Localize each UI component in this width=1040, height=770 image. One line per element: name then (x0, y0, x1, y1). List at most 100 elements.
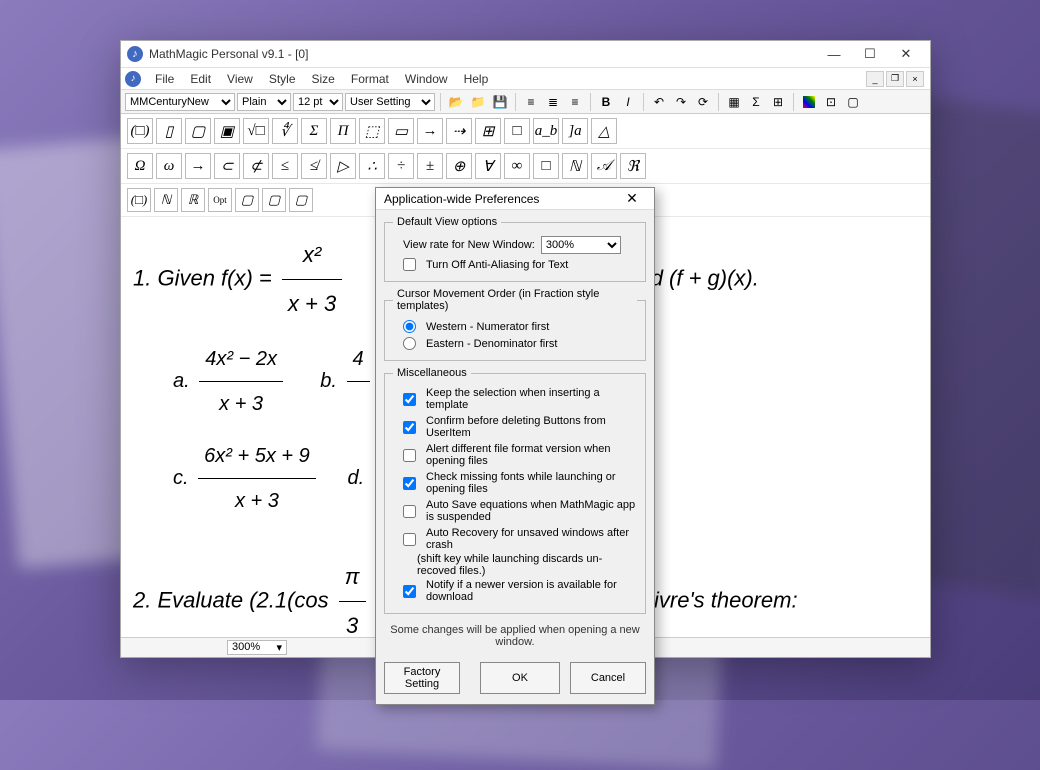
keep-selection-checkbox[interactable] (403, 393, 416, 406)
pal-therefore[interactable]: ∴ (359, 153, 385, 179)
menu-help[interactable]: Help (456, 69, 497, 89)
pal-sub[interactable]: a_b (533, 118, 559, 144)
pal-sum[interactable]: Σ (301, 118, 327, 144)
pal-script[interactable]: 𝒜 (591, 153, 617, 179)
pal-arr2[interactable]: ⇢ (446, 118, 472, 144)
eastern-radio[interactable] (403, 337, 416, 350)
pal3-b1[interactable]: ▢ (235, 188, 259, 212)
menu-size[interactable]: Size (304, 69, 343, 89)
cursor-movement-group: Cursor Movement Order (in Fraction style… (384, 288, 646, 361)
italic-icon[interactable]: I (618, 92, 638, 112)
pal-omega[interactable]: ω (156, 153, 182, 179)
minimize-button[interactable]: — (816, 41, 852, 68)
pal3-b2[interactable]: ▢ (262, 188, 286, 212)
align-left-icon[interactable]: ≡ (521, 92, 541, 112)
eq1-tail: nd (f + g)(x). (638, 266, 758, 291)
antialias-checkbox[interactable] (403, 258, 416, 271)
menu-style[interactable]: Style (261, 69, 304, 89)
grid-icon[interactable]: ⊞ (768, 92, 788, 112)
pal-inf[interactable]: ∞ (504, 153, 530, 179)
preferences-dialog: Application-wide Preferences ✕ Default V… (375, 187, 655, 705)
menu-format[interactable]: Format (343, 69, 397, 89)
pal-nsubset[interactable]: ⊄ (243, 153, 269, 179)
autorecovery-checkbox[interactable] (403, 533, 416, 546)
titlebar: ♪ MathMagic Personal v9.1 - [0] — ☐ ✕ (121, 41, 930, 68)
cancel-button[interactable]: Cancel (570, 662, 646, 694)
pal-plus[interactable]: ⊞ (475, 118, 501, 144)
pal-sqrt[interactable]: √□ (243, 118, 269, 144)
pal-paren[interactable]: (□) (127, 118, 153, 144)
pal-slot[interactable]: ▯ (156, 118, 182, 144)
open2-icon[interactable]: 📁 (468, 92, 488, 112)
autosave-checkbox[interactable] (403, 505, 416, 518)
show-grid-icon[interactable]: ⊡ (821, 92, 841, 112)
menubar: ♪ File Edit View Style Size Format Windo… (121, 68, 930, 90)
user-setting-select[interactable]: User Setting (345, 93, 435, 111)
pal-tri2[interactable]: ▷ (330, 153, 356, 179)
align-right-icon[interactable]: ≡ (565, 92, 585, 112)
mdi-restore-button[interactable]: ❐ (886, 71, 904, 87)
mdi-close-button[interactable]: × (906, 71, 924, 87)
matrix-icon[interactable]: ▦ (724, 92, 744, 112)
menu-edit[interactable]: Edit (182, 69, 219, 89)
confirm-delete-checkbox[interactable] (403, 421, 416, 434)
dialog-titlebar: Application-wide Preferences ✕ (376, 188, 654, 210)
alert-format-checkbox[interactable] (403, 449, 416, 462)
pal-nleq[interactable]: ≰ (301, 153, 327, 179)
show-box-icon[interactable]: ▢ (843, 92, 863, 112)
pal-pm[interactable]: ± (417, 153, 443, 179)
redo-icon[interactable]: ↷ (671, 92, 691, 112)
pal-b6[interactable]: ▭ (388, 118, 414, 144)
pal-box2[interactable]: ▣ (214, 118, 240, 144)
menu-view[interactable]: View (219, 69, 261, 89)
mdi-minimize-button[interactable]: _ (866, 71, 884, 87)
bold-icon[interactable]: B (596, 92, 616, 112)
size-select[interactable]: 12 pt (293, 93, 343, 111)
viewrate-select[interactable]: 300% (541, 236, 621, 254)
menu-file[interactable]: File (147, 69, 182, 89)
pal-prod[interactable]: Π (330, 118, 356, 144)
sigma-icon[interactable]: Σ (746, 92, 766, 112)
undo-icon[interactable]: ↶ (649, 92, 669, 112)
ok-button[interactable]: OK (480, 662, 560, 694)
check-fonts-checkbox[interactable] (403, 477, 416, 490)
pal-nroot[interactable]: ∜ (272, 118, 298, 144)
zoom-select[interactable]: 300%▾ (227, 640, 287, 655)
pal3-R[interactable]: ℝ (181, 188, 205, 212)
font-select[interactable]: MMCenturyNew (125, 93, 235, 111)
dialog-note: Some changes will be applied when openin… (384, 620, 646, 652)
save-icon[interactable]: 💾 (490, 92, 510, 112)
pal3-paren[interactable]: (□) (127, 188, 151, 212)
close-button[interactable]: ✕ (888, 41, 924, 68)
menu-window[interactable]: Window (397, 69, 456, 89)
pal-leq[interactable]: ≤ (272, 153, 298, 179)
pal3-opt[interactable]: Opt (208, 188, 232, 212)
style-select[interactable]: Plain (237, 93, 291, 111)
factory-setting-button[interactable]: Factory Setting (384, 662, 460, 694)
maximize-button[interactable]: ☐ (852, 41, 888, 68)
pal-forall[interactable]: ∀ (475, 153, 501, 179)
pal-box1[interactable]: ▢ (185, 118, 211, 144)
pal-arr1[interactable]: → (417, 118, 443, 144)
pal-sq[interactable]: □ (533, 153, 559, 179)
pal3-b3[interactable]: ▢ (289, 188, 313, 212)
pal-b7[interactable]: □ (504, 118, 530, 144)
pal-b5[interactable]: ⬚ (359, 118, 385, 144)
pal-div[interactable]: ÷ (388, 153, 414, 179)
pal3-N[interactable]: ℕ (154, 188, 178, 212)
open-icon[interactable]: 📂 (446, 92, 466, 112)
align-center-icon[interactable]: ≣ (543, 92, 563, 112)
pal-tri[interactable]: △ (591, 118, 617, 144)
pal-arrow[interactable]: → (185, 153, 211, 179)
pal-N[interactable]: ℕ (562, 153, 588, 179)
color-icon[interactable] (799, 92, 819, 112)
pal-Re[interactable]: ℜ (620, 153, 646, 179)
western-radio[interactable] (403, 320, 416, 333)
notify-update-checkbox[interactable] (403, 585, 416, 598)
refresh-icon[interactable]: ⟳ (693, 92, 713, 112)
dialog-close-button[interactable]: ✕ (618, 189, 646, 209)
pal-Omega[interactable]: Ω (127, 153, 153, 179)
pal-bracket[interactable]: ]a (562, 118, 588, 144)
pal-subset[interactable]: ⊂ (214, 153, 240, 179)
pal-oplus[interactable]: ⊕ (446, 153, 472, 179)
